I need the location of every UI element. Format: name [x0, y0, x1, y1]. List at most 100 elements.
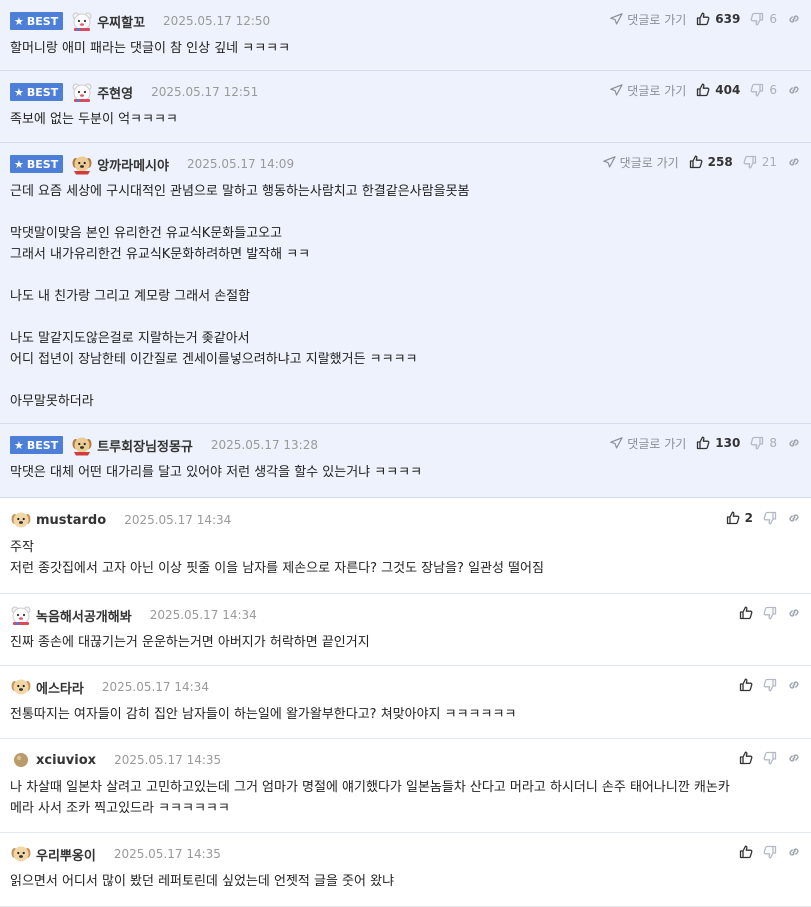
downvote-button[interactable]: [763, 606, 777, 620]
comment-date: 2025.05.17 14:34: [124, 513, 232, 527]
comment-actions: 댓글로 가기 258 21: [593, 153, 801, 171]
go-to-reply-link[interactable]: 댓글로 가기: [610, 82, 686, 99]
avatar-bear-icon[interactable]: [71, 10, 93, 32]
thumbs-down-icon: [763, 845, 777, 859]
thumbs-up-icon: [739, 751, 753, 765]
best-badge: ★ BEST: [10, 83, 64, 101]
avatar-bear-icon[interactable]: [71, 81, 93, 103]
upvote-button[interactable]: [739, 845, 753, 859]
thumbs-down-icon: [750, 83, 764, 97]
comment-header: ★ BEST 주현영 2025.05.17 12:51: [10, 81, 258, 103]
copy-link-button[interactable]: [787, 678, 801, 692]
upvote-button[interactable]: 404: [696, 83, 740, 97]
best-comment: ★ BEST 우찌할꼬 2025.05.17 12:50 댓글로 가기 639 6 할머니랑 …: [0, 0, 811, 71]
upvote-button[interactable]: [739, 678, 753, 692]
comment-body: 할머니랑 애미 패라는 댓글이 참 인상 깊네 ㅋㅋㅋㅋ: [10, 41, 291, 56]
go-to-reply-label: 댓글로 가기: [627, 12, 687, 27]
comment-date: 2025.05.17 14:35: [114, 753, 222, 767]
thumbs-up-icon: [689, 155, 703, 169]
comment-body: 근데 요즘 세상에 구시대적인 관념으로 말하고 행동하는사람치고 한결같은사람…: [10, 184, 470, 409]
nickname[interactable]: 우리뿌옹이: [36, 845, 96, 864]
copy-link-button[interactable]: [787, 155, 801, 169]
nickname[interactable]: 에스타라: [36, 678, 84, 697]
link-icon: [787, 155, 801, 169]
link-icon: [787, 12, 801, 26]
thumbs-down-icon: [763, 751, 777, 765]
downvote-button[interactable]: 6: [750, 83, 777, 97]
upvote-button[interactable]: [739, 606, 753, 620]
thumbs-up-icon: [726, 511, 740, 525]
best-comment: ★ BEST 주현영 2025.05.17 12:51 댓글로 가기 404 6 족보에 없는…: [0, 71, 811, 143]
downvote-button[interactable]: [763, 751, 777, 765]
comment-header: 에스타라 2025.05.17 14:34: [10, 676, 209, 698]
send-icon: [610, 84, 623, 96]
downvote-button[interactable]: [763, 678, 777, 692]
star-icon: ★: [14, 438, 24, 452]
thumbs-down-icon: [743, 155, 757, 169]
thumbs-up-icon: [696, 12, 710, 26]
best-label: BEST: [26, 157, 59, 171]
copy-link-button[interactable]: [787, 606, 801, 620]
avatar-dot-icon[interactable]: [10, 749, 32, 771]
comment-header: mustardo 2025.05.17 14:34: [10, 509, 231, 531]
send-icon: [610, 437, 623, 449]
nickname[interactable]: 앙까라메시야: [97, 155, 169, 174]
link-icon: [787, 511, 801, 525]
send-icon: [602, 156, 616, 168]
nickname[interactable]: 녹음해서공개해봐: [36, 606, 132, 625]
go-to-reply-link[interactable]: 댓글로 가기: [602, 154, 679, 171]
copy-link-button[interactable]: [787, 751, 801, 765]
nickname[interactable]: 트루회장님정몽규: [97, 436, 193, 455]
comment-header: xciuviox 2025.05.17 14:35: [10, 749, 221, 771]
thumbs-down-icon: [763, 606, 777, 620]
downvote-button[interactable]: 6: [750, 12, 777, 26]
comment-body: 족보에 없는 두분이 억ㅋㅋㅋㅋ: [10, 112, 178, 127]
copy-link-button[interactable]: [787, 12, 801, 26]
best-label: BEST: [26, 85, 59, 99]
star-icon: ★: [14, 85, 24, 99]
thumbs-up-icon: [696, 83, 710, 97]
copy-link-button[interactable]: [787, 845, 801, 859]
downvote-count: 6: [769, 83, 777, 97]
comment: mustardo 2025.05.17 14:34 2 주작 저런 종갓집에서 고자 …: [0, 499, 811, 594]
avatar-dog-icon[interactable]: [10, 843, 32, 865]
copy-link-button[interactable]: [787, 511, 801, 525]
thumbs-down-icon: [750, 12, 764, 26]
thumbs-down-icon: [763, 511, 777, 525]
upvote-button[interactable]: 2: [726, 511, 753, 525]
downvote-button[interactable]: 8: [750, 436, 777, 450]
copy-link-button[interactable]: [787, 83, 801, 97]
downvote-button[interactable]: 21: [743, 155, 777, 169]
comment-date: 2025.05.17 12:50: [163, 14, 271, 28]
go-to-reply-link[interactable]: 댓글로 가기: [610, 11, 686, 28]
nickname[interactable]: mustardo: [36, 513, 106, 528]
comment-header: 우리뿌옹이 2025.05.17 14:35: [10, 843, 221, 865]
link-icon: [787, 751, 801, 765]
nickname[interactable]: xciuviox: [36, 753, 96, 768]
comment-date: 2025.05.17 14:35: [113, 847, 221, 861]
avatar-dog-red-icon[interactable]: [71, 434, 93, 456]
comment-actions: [729, 604, 801, 622]
best-badge: ★ BEST: [10, 12, 64, 30]
avatar-dog-red-icon[interactable]: [71, 153, 93, 175]
upvote-button[interactable]: 130: [696, 436, 740, 450]
nickname[interactable]: 우찌할꼬: [97, 12, 145, 31]
comment-body: 진짜 종손에 대끊기는거 운운하는거면 아버지가 허락하면 끝인거지: [10, 635, 370, 650]
downvote-button[interactable]: [763, 511, 777, 525]
downvote-button[interactable]: [763, 845, 777, 859]
comment: 녹음해서공개해봐 2025.05.17 14:34 진짜 종손에 대끊기는거 운운하…: [0, 594, 811, 666]
best-badge: ★ BEST: [10, 155, 64, 173]
comment-body: 나 차살때 일본차 살려고 고민하고있는데 그거 엄마가 명절에 얘기했다가 일…: [10, 780, 730, 816]
avatar-dog-icon[interactable]: [10, 676, 32, 698]
nickname[interactable]: 주현영: [97, 83, 133, 102]
avatar-dog-icon[interactable]: [10, 509, 32, 531]
link-icon: [787, 845, 801, 859]
upvote-button[interactable]: 639: [696, 12, 740, 26]
go-to-reply-link[interactable]: 댓글로 가기: [610, 435, 686, 452]
copy-link-button[interactable]: [787, 436, 801, 450]
upvote-button[interactable]: 258: [689, 155, 733, 169]
link-icon: [787, 83, 801, 97]
avatar-bear-icon[interactable]: [10, 604, 32, 626]
upvote-button[interactable]: [739, 751, 753, 765]
link-icon: [787, 678, 801, 692]
